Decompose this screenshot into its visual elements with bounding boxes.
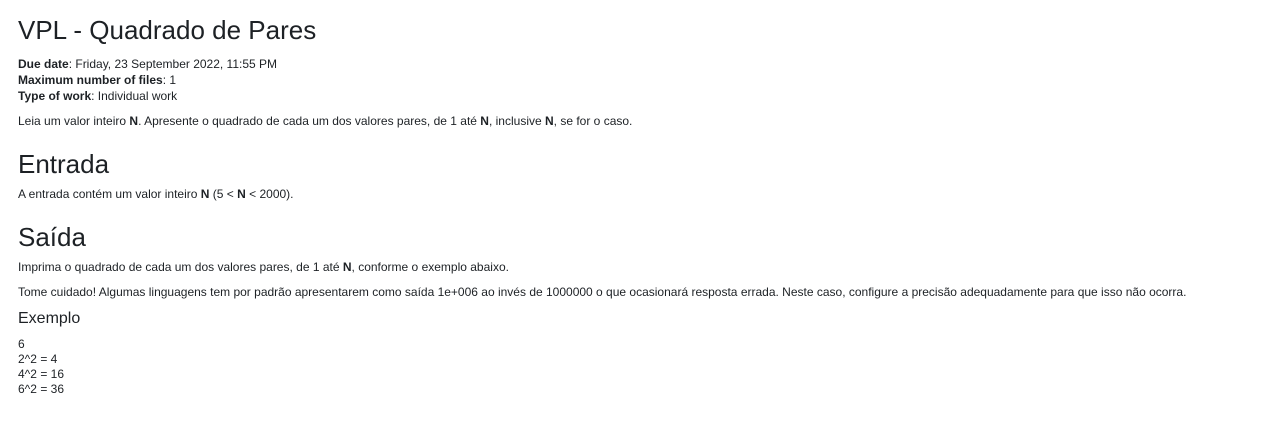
variable-n: N xyxy=(342,260,352,274)
max-files-label: Maximum number of files xyxy=(18,73,163,87)
due-date-row: Due date: Friday, 23 September 2022, 11:… xyxy=(18,57,278,71)
example-output: 6 2^2 = 4 4^2 = 16 6^2 = 36 xyxy=(18,337,1262,397)
variable-n: N xyxy=(480,114,489,128)
max-files-row: Maximum number of files: 1 xyxy=(18,73,177,87)
work-type-label: Type of work xyxy=(18,89,92,103)
example-line: 6^2 = 36 xyxy=(18,382,65,396)
saida-heading: Saída xyxy=(18,222,86,252)
entrada-text-part: < 2000). xyxy=(245,187,294,201)
saida-section: Imprima o quadrado de cada um dos valore… xyxy=(18,259,1262,300)
exemplo-heading: Exemplo xyxy=(18,310,81,327)
entrada-text-part: (5 < xyxy=(209,187,238,201)
page-title: VPL - Quadrado de Pares xyxy=(18,15,317,45)
description-text: Leia um valor inteiro xyxy=(18,114,130,128)
entrada-text: A entrada contém um valor inteiro N (5 <… xyxy=(18,186,1262,202)
variable-n: N xyxy=(237,187,246,201)
saida-line-2: Tome cuidado! Algumas linguagens tem por… xyxy=(18,285,1187,299)
problem-description: Leia um valor inteiro N. Apresente o qua… xyxy=(18,113,1262,129)
description-text: , se for o caso. xyxy=(553,114,633,128)
saida-line-1: Imprima o quadrado de cada um dos valore… xyxy=(18,259,1262,275)
work-type-row: Type of work: Individual work xyxy=(18,89,178,103)
example-line: 4^2 = 16 xyxy=(18,367,65,381)
description-text: . Apresente o quadrado de cada um dos va… xyxy=(138,114,481,128)
vpl-description-page: VPL - Quadrado de Pares Due date: Friday… xyxy=(0,0,1280,397)
work-type-value: Individual work xyxy=(97,89,178,103)
entrada-text-part: A entrada contém um valor inteiro xyxy=(18,187,201,201)
variable-n: N xyxy=(129,114,139,128)
example-line: 6 xyxy=(18,337,25,351)
example-line: 2^2 = 4 xyxy=(18,352,58,366)
variable-n: N xyxy=(545,114,554,128)
saida-text-part: , conforme o exemplo abaixo. xyxy=(351,260,509,274)
due-date-label: Due date xyxy=(18,57,69,71)
entrada-heading: Entrada xyxy=(18,149,110,179)
submission-restrictions: Due date: Friday, 23 September 2022, 11:… xyxy=(18,56,1262,104)
due-date-value: Friday, 23 September 2022, 11:55 PM xyxy=(75,57,278,71)
saida-text-part: Imprima o quadrado de cada um dos valore… xyxy=(18,260,343,274)
description-text: , inclusive xyxy=(488,114,545,128)
max-files-value: 1 xyxy=(169,73,177,87)
